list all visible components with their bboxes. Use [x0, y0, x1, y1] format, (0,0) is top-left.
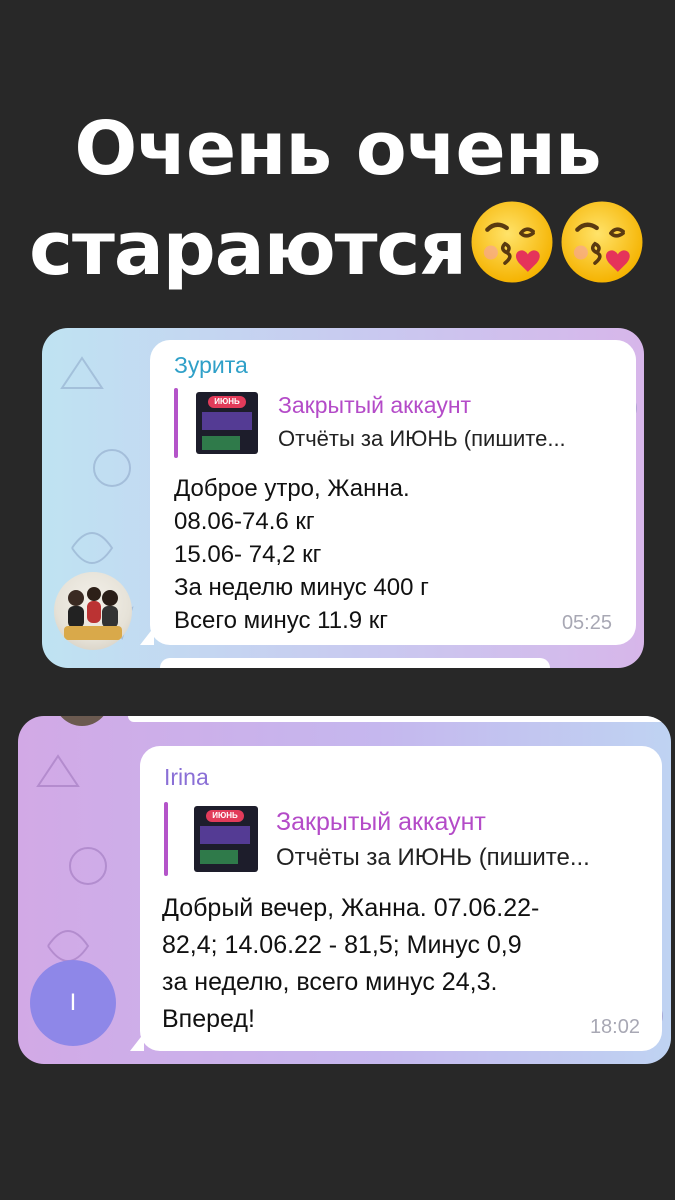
family-photo-avatar — [64, 587, 122, 640]
message-bubble[interactable]: Irina ИЮНЬ Закрытый аккаунт Отчёты за ИЮ… — [130, 746, 662, 1051]
avatar[interactable]: I — [30, 960, 116, 1046]
kissing-face-with-heart-icon — [471, 201, 553, 283]
reply-title: Закрытый аккаунт — [278, 392, 472, 418]
message-line: Вперед! — [162, 1005, 255, 1033]
reply-thumbnail: ИЮНЬ — [196, 392, 258, 454]
reply-title: Закрытый аккаунт — [276, 808, 486, 836]
message-text: Добрый вечер, Жанна. 07.06.22- 82,4; 14.… — [162, 890, 539, 1038]
sender-name[interactable]: Irina — [164, 764, 209, 791]
headline-line-1: Очень очень — [74, 106, 601, 192]
bubble-tail — [130, 1033, 144, 1051]
reply-bar — [174, 388, 178, 458]
avatar[interactable] — [54, 572, 132, 650]
chat-screenshot-2: I Irina ИЮНЬ Закрытый аккаунт Отчёты за … — [18, 716, 671, 1064]
headline: Очень очень стараются — [0, 100, 675, 298]
message-line: 82,4; 14.06.22 - 81,5; Минус 0,9 — [162, 931, 522, 959]
bubble-tail — [140, 627, 154, 645]
thumbnail-badge: ИЮНЬ — [208, 396, 246, 408]
message-bubble[interactable]: Зурита ИЮНЬ Закрытый аккаунт Отчёты за И… — [140, 340, 636, 645]
message-text: Доброе утро, Жанна. 08.06-74.6 кг 15.06-… — [174, 472, 429, 637]
kissing-face-with-heart-icon — [561, 201, 643, 283]
message-line: За неделю минус 400 г — [174, 574, 429, 601]
reply-preview[interactable]: ИЮНЬ Закрытый аккаунт Отчёты за ИЮНЬ (пи… — [164, 802, 644, 876]
chat-screenshot-1: Зурита ИЮНЬ Закрытый аккаунт Отчёты за И… — [42, 328, 644, 668]
thumbnail-badge: ИЮНЬ — [206, 810, 244, 822]
avatar-letter: I — [69, 989, 77, 1016]
previous-message-edge — [128, 716, 671, 722]
message-line: Всего минус 11.9 кг — [174, 607, 389, 634]
reply-subtitle: Отчёты за ИЮНЬ (пишите... — [278, 426, 566, 451]
headline-line-2: стараются — [0, 198, 675, 298]
message-time: 05:25 — [561, 612, 612, 634]
message-line: 08.06-74.6 кг — [174, 508, 315, 535]
reply-subtitle: Отчёты за ИЮНЬ (пишите... — [276, 844, 590, 871]
message-line: Доброе утро, Жанна. — [174, 475, 410, 502]
reply-bar — [164, 802, 168, 876]
message-line: Добрый вечер, Жанна. 07.06.22- — [162, 894, 540, 922]
sender-name[interactable]: Зурита — [174, 352, 248, 379]
next-message-edge — [160, 658, 550, 668]
message-line: 15.06- 74,2 кг — [174, 541, 322, 568]
message-line: за неделю, всего минус 24,3. — [162, 968, 498, 996]
reply-preview[interactable]: ИЮНЬ Закрытый аккаунт Отчёты за ИЮНЬ (пи… — [174, 388, 624, 458]
message-time: 18:02 — [589, 1016, 640, 1038]
headline-line-2-text: стараются — [29, 206, 467, 292]
reply-thumbnail: ИЮНЬ — [194, 806, 258, 872]
